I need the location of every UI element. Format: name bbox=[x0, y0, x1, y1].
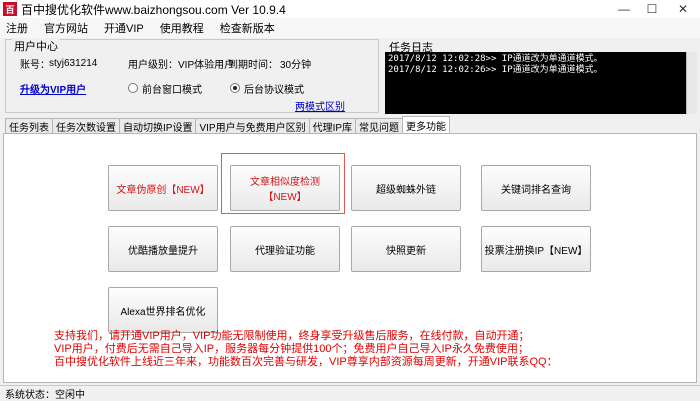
radio-front-label: 前台窗口模式 bbox=[142, 84, 202, 96]
close-button[interactable]: ✕ bbox=[666, 0, 700, 18]
account-value: styj631214 bbox=[49, 57, 98, 69]
expire-value: 30分钟 bbox=[280, 59, 312, 71]
notice-line: 百中搜优化软件上线近三年来，功能数百次完善与研发，VIP尊享内部资源每周更新，开… bbox=[54, 356, 558, 368]
youku-boost-button[interactable]: 优酷播放量提升 bbox=[108, 226, 218, 272]
tab-task-count[interactable]: 任务次数设置 bbox=[52, 118, 120, 134]
user-center-title: 用户中心 bbox=[12, 38, 60, 54]
radio-back-dot[interactable] bbox=[230, 83, 240, 93]
tab-strip: 任务列表 任务次数设置 自动切换IP设置 VIP用户与免费用户区别 代理IP库 … bbox=[5, 116, 451, 134]
log-line: 2017/8/12 12:02:28>> IP通道改为单通道模式。 bbox=[388, 54, 603, 64]
account-label: 账号： bbox=[20, 59, 50, 71]
user-level-value: VIP体验用户 bbox=[178, 59, 235, 71]
snapshot-update-button[interactable]: 快照更新 bbox=[351, 226, 461, 272]
article-pseudo-button[interactable]: 文章伪原创【NEW】 bbox=[108, 165, 218, 211]
register-ip-button[interactable]: 投票注册换IP【NEW】 bbox=[481, 226, 591, 272]
tab-more-features[interactable]: 更多功能 bbox=[402, 116, 451, 133]
tab-faq[interactable]: 常见问题 bbox=[355, 118, 404, 134]
menu-register[interactable]: 注册 bbox=[6, 20, 28, 36]
system-status: 系统状态：空闲中 bbox=[5, 390, 85, 401]
expire-label: 到期时间： bbox=[228, 59, 278, 71]
tab-task-list[interactable]: 任务列表 bbox=[5, 118, 53, 134]
log-line: 2017/8/12 12:02:26>> IP通道改为单通道模式。 bbox=[388, 65, 603, 75]
keyword-rank-button[interactable]: 关键词排名查询 bbox=[481, 165, 591, 211]
more-features-panel: 文章伪原创【NEW】 文章相似度检测【NEW】 超级蜘蛛外链 关键词排名查询 优… bbox=[3, 133, 697, 383]
log-scrollbar[interactable] bbox=[686, 52, 697, 114]
spider-links-button[interactable]: 超级蜘蛛外链 bbox=[351, 165, 461, 211]
minimize-button[interactable]: — bbox=[610, 0, 638, 18]
upgrade-vip-link[interactable]: 升级为VIP用户 bbox=[20, 81, 86, 96]
title-bar: 百 百中搜优化软件www.baizhongsou.com Ver 10.9.4 … bbox=[0, 0, 700, 18]
window-controls: — ☐ ✕ bbox=[610, 0, 700, 18]
alexa-rank-button[interactable]: Alexa世界排名优化 bbox=[108, 287, 218, 333]
app-logo-icon: 百 bbox=[3, 2, 17, 16]
maximize-button[interactable]: ☐ bbox=[638, 0, 666, 18]
notice-line: VIP用户，付费后无需自己导入IP，服务器每分钟提供100个；免费用户自己导入I… bbox=[54, 343, 529, 355]
window-title: 百中搜优化软件www.baizhongsou.com Ver 10.9.4 bbox=[21, 2, 286, 17]
tab-proxy-ip[interactable]: 代理IP库 bbox=[308, 118, 357, 134]
article-similarity-button[interactable]: 文章相似度检测【NEW】 bbox=[230, 165, 340, 211]
status-bar: 系统状态：空闲中 bbox=[0, 385, 700, 401]
radio-front-mode[interactable]: 前台窗口模式 bbox=[128, 81, 202, 96]
task-log-title: 任务日志 bbox=[389, 42, 433, 54]
notice-line: 支持我们，请开通VIP用户，VIP功能无限制使用，终身享受升级售后服务，在线付款… bbox=[54, 330, 530, 342]
user-center-panel: 用户中心 账号： styj631214 用户级别： VIP体验用户 到期时间： … bbox=[5, 38, 379, 113]
menu-official-site[interactable]: 官方网站 bbox=[44, 20, 88, 36]
menu-bar: 注册 官方网站 开通VIP 使用教程 检查新版本 bbox=[0, 18, 700, 38]
menu-open-vip[interactable]: 开通VIP bbox=[104, 20, 144, 36]
tab-vip-diff[interactable]: VIP用户与免费用户区别 bbox=[195, 118, 310, 134]
mode-diff-link[interactable]: 两模式区别 bbox=[295, 98, 345, 113]
menu-check-update[interactable]: 检查新版本 bbox=[220, 20, 275, 36]
user-level-label: 用户级别： bbox=[128, 59, 178, 71]
menu-tutorial[interactable]: 使用教程 bbox=[160, 20, 204, 36]
task-log-box: 2017/8/12 12:02:28>> IP通道改为单通道模式。 2017/8… bbox=[385, 52, 697, 114]
task-log-panel: 任务日志 2017/8/12 12:02:28>> IP通道改为单通道模式。 2… bbox=[385, 39, 697, 114]
radio-front-dot[interactable] bbox=[128, 83, 138, 93]
proxy-verify-button[interactable]: 代理验证功能 bbox=[230, 226, 340, 272]
radio-back-label: 后台协议模式 bbox=[244, 84, 304, 96]
tab-auto-ip[interactable]: 自动切换IP设置 bbox=[119, 118, 197, 134]
radio-back-mode[interactable]: 后台协议模式 bbox=[230, 81, 304, 96]
vip-notice: 支持我们，请开通VIP用户，VIP功能无限制使用，终身享受升级售后服务，在线付款… bbox=[54, 330, 694, 369]
